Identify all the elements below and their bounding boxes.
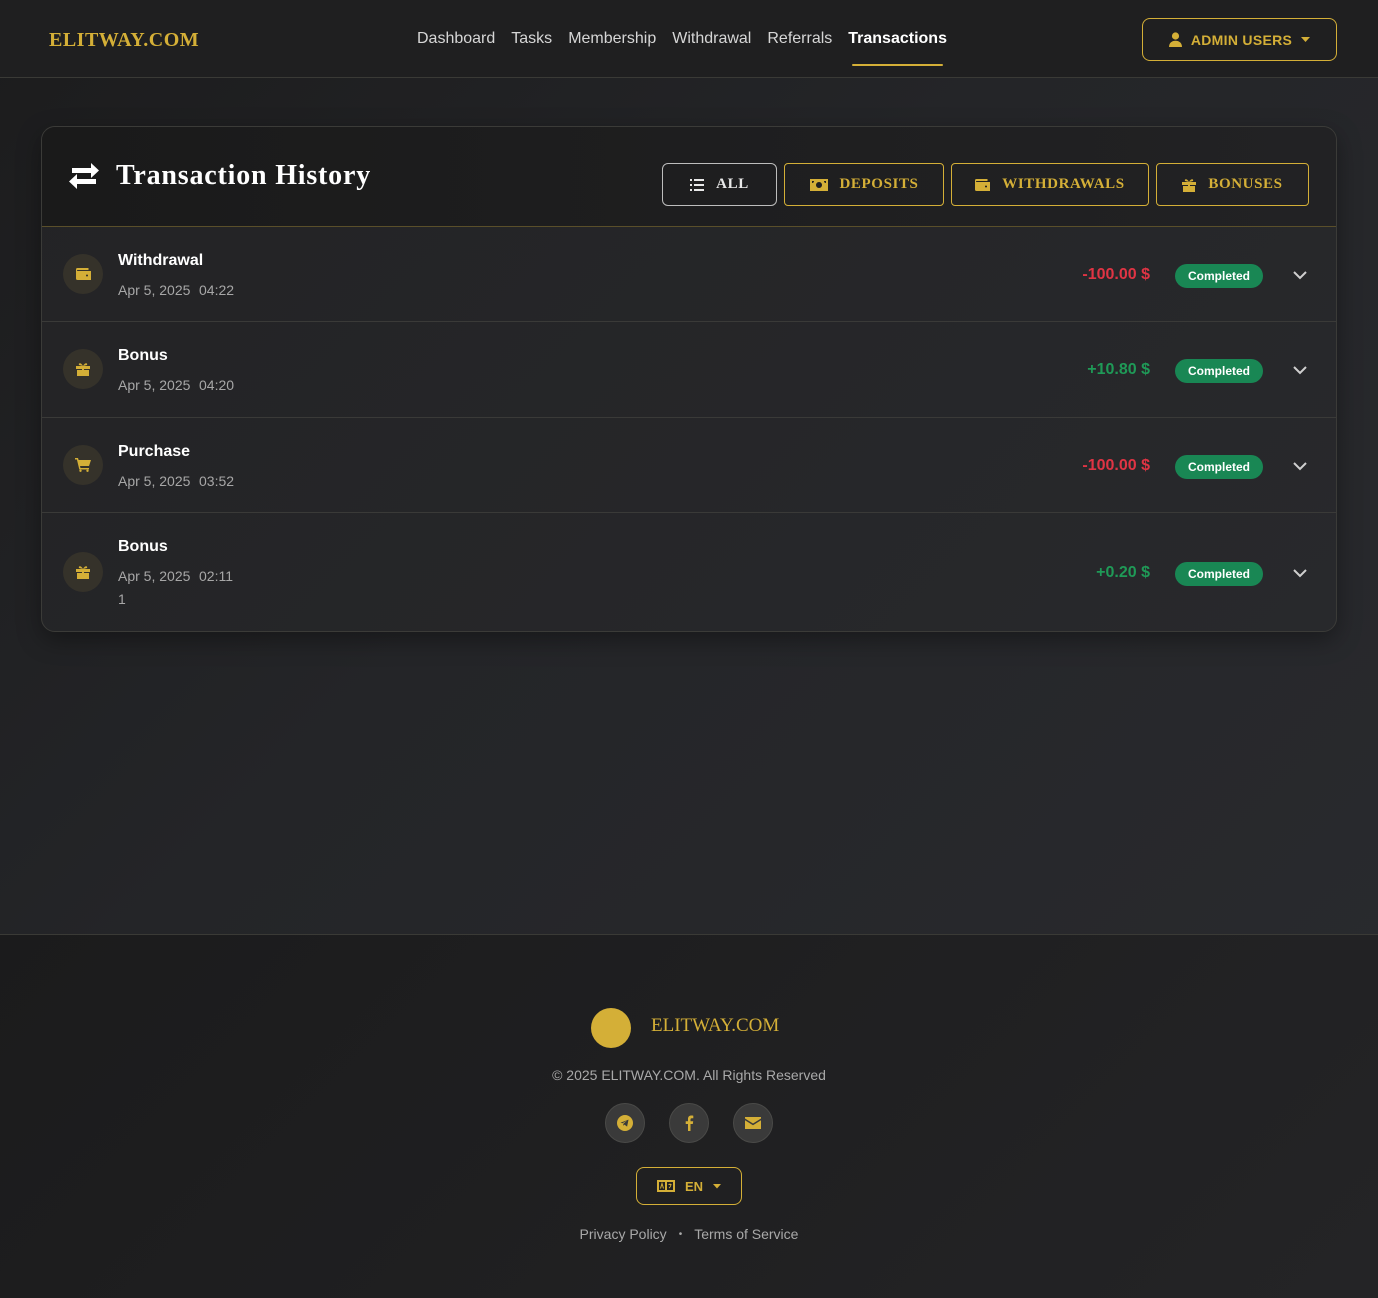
filter-bonuses-label: BONUSES — [1208, 176, 1283, 192]
brand-logo[interactable]: ELITWAY.COM — [49, 29, 199, 52]
transaction-type: Bonus — [118, 538, 168, 555]
filter-all-label: ALL — [716, 176, 749, 192]
filter-deposits-button[interactable]: DEPOSITS — [784, 163, 944, 206]
status-badge: Completed — [1175, 359, 1263, 383]
transaction-type: Bonus — [118, 347, 168, 364]
filter-withdrawals-button[interactable]: WITHDRAWALS — [951, 163, 1149, 206]
admin-users-label: ADMIN USERS — [1190, 31, 1293, 48]
transaction-type: Withdrawal — [118, 252, 204, 269]
language-selector[interactable]: EN — [636, 1167, 742, 1205]
filter-all-button[interactable]: ALL — [662, 163, 777, 206]
footer-links: Privacy Policy • Terms of Service — [0, 1226, 1378, 1242]
privacy-policy-link[interactable]: Privacy Policy — [580, 1226, 667, 1242]
nav-item-tasks[interactable]: Tasks — [503, 0, 560, 78]
exchange-arrows-icon — [69, 163, 99, 189]
transaction-date: Apr 5, 2025 — [118, 568, 191, 584]
page-title: Transaction History — [116, 160, 372, 191]
status-badge: Completed — [1175, 562, 1263, 586]
transaction-type-icon-badge — [63, 254, 103, 294]
caret-down-icon — [1301, 36, 1311, 42]
transaction-time: 03:52 — [199, 473, 235, 489]
caret-down-icon — [713, 1183, 722, 1188]
transaction-date: Apr 5, 2025 — [118, 377, 191, 393]
main-nav: Dashboard Tasks Membership Withdrawal Re… — [409, 0, 955, 78]
list-icon — [690, 178, 705, 191]
transaction-note: 1 — [118, 591, 126, 607]
transaction-date: Apr 5, 2025 — [118, 282, 191, 298]
status-badge: Completed — [1175, 455, 1263, 479]
transaction-amount: -100.00 $ — [1082, 457, 1150, 474]
facebook-icon — [685, 1115, 694, 1131]
nav-item-dashboard[interactable]: Dashboard — [409, 0, 503, 78]
transaction-time: 04:22 — [199, 282, 235, 298]
envelope-icon — [745, 1117, 761, 1129]
telegram-icon — [617, 1115, 633, 1131]
expand-chevron-icon[interactable] — [1292, 362, 1308, 378]
card-header: Transaction History ALL DEPOSITS WITHDRA… — [42, 127, 1336, 227]
nav-item-withdrawal[interactable]: Withdrawal — [664, 0, 759, 78]
expand-chevron-icon[interactable] — [1292, 458, 1308, 474]
facebook-link[interactable] — [669, 1103, 709, 1143]
transaction-row[interactable]: Bonus Apr 5, 2025 02:11 1 +0.20 $ Comple… — [42, 513, 1336, 631]
transaction-row[interactable]: Purchase Apr 5, 2025 03:52 -100.00 $ Com… — [42, 418, 1336, 513]
copyright-text: © 2025 ELITWAY.COM. All Rights Reserved — [552, 1067, 826, 1083]
link-separator: • — [678, 1228, 683, 1240]
wallet-icon — [75, 268, 91, 280]
top-navbar: ELITWAY.COM Dashboard Tasks Membership W… — [0, 0, 1378, 78]
nav-item-referrals[interactable]: Referrals — [759, 0, 840, 78]
gift-icon — [76, 566, 90, 579]
wallet-icon — [975, 178, 991, 191]
transaction-amount: -100.00 $ — [1082, 266, 1150, 283]
telegram-link[interactable] — [605, 1103, 645, 1143]
footer-logo — [591, 1008, 631, 1048]
filter-deposits-label: DEPOSITS — [839, 176, 919, 192]
transaction-time: 02:11 — [199, 568, 233, 584]
gift-icon — [76, 363, 90, 376]
admin-users-dropdown[interactable]: ADMIN USERS — [1142, 18, 1337, 61]
money-bill-icon — [809, 178, 828, 191]
transaction-amount: +10.80 $ — [1087, 361, 1150, 378]
language-icon — [656, 1180, 675, 1192]
email-link[interactable] — [733, 1103, 773, 1143]
transaction-type-icon-badge — [63, 349, 103, 389]
footer-brand: ELITWAY.COM — [651, 1015, 780, 1036]
transaction-type-icon-badge — [63, 552, 103, 592]
transaction-type-icon-badge — [63, 445, 103, 485]
nav-item-transactions[interactable]: Transactions — [840, 0, 955, 78]
transaction-row[interactable]: Withdrawal Apr 5, 2025 04:22 -100.00 $ C… — [42, 227, 1336, 322]
nav-item-membership[interactable]: Membership — [560, 0, 664, 78]
transaction-type: Purchase — [118, 443, 191, 460]
filter-bonuses-button[interactable]: BONUSES — [1156, 163, 1309, 206]
transaction-date: Apr 5, 2025 — [118, 473, 191, 489]
language-label: EN — [684, 1178, 704, 1194]
terms-of-service-link[interactable]: Terms of Service — [694, 1226, 798, 1242]
expand-chevron-icon[interactable] — [1292, 267, 1308, 283]
transaction-amount: +0.20 $ — [1096, 564, 1150, 581]
filter-withdrawals-label: WITHDRAWALS — [1002, 176, 1125, 192]
cart-icon — [75, 458, 91, 472]
gift-icon — [1182, 178, 1197, 192]
page-footer: ELITWAY.COM © 2025 ELITWAY.COM. All Righ… — [0, 934, 1378, 1298]
status-badge: Completed — [1175, 264, 1263, 288]
expand-chevron-icon[interactable] — [1292, 565, 1308, 581]
transaction-row[interactable]: Bonus Apr 5, 2025 04:20 +10.80 $ Complet… — [42, 322, 1336, 418]
transaction-time: 04:20 — [199, 377, 235, 393]
transaction-history-card: Transaction History ALL DEPOSITS WITHDRA… — [41, 126, 1337, 632]
user-icon — [1168, 32, 1182, 47]
